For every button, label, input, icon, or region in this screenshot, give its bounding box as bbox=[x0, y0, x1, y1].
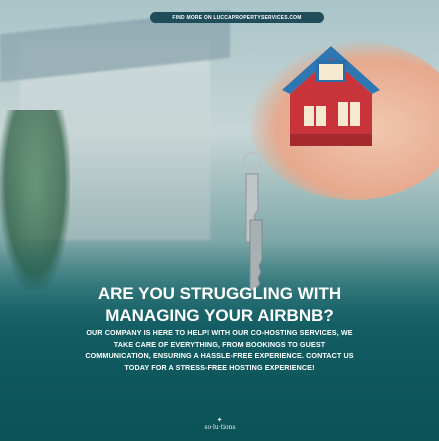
company-logo: ✦ so·lu·tions bbox=[200, 416, 240, 436]
website-link-pill[interactable]: FIND MORE ON LUCCAPROPERTYSERVICES.COM bbox=[150, 12, 324, 23]
headline-line-2: MANAGING YOUR AIRBNB? bbox=[105, 306, 334, 325]
body-line-2: TAKE CARE OF EVERYTHING, FROM BOOKINGS T… bbox=[113, 339, 326, 349]
body-copy: OUR COMPANY IS HERE TO HELP! WITH OUR CO… bbox=[8, 327, 431, 373]
ad-banner: FIND MORE ON LUCCAPROPERTYSERVICES.COM A… bbox=[0, 0, 439, 441]
body-line-4: TODAY FOR A STRESS-FREE HOSTING EXPERIEN… bbox=[124, 362, 315, 372]
body-line-1: OUR COMPANY IS HERE TO HELP! WITH OUR CO… bbox=[86, 328, 353, 337]
toy-house-icon bbox=[282, 46, 380, 146]
logo-text: so·lu·tions bbox=[204, 424, 236, 431]
headline-line-1: ARE YOU STRUGGLING WITH bbox=[97, 284, 342, 303]
body-line-3: COMMUNICATION, ENSURING A HASSLE-FREE EX… bbox=[85, 351, 354, 360]
logo-mark-icon: ✦ bbox=[216, 416, 224, 424]
headline: ARE YOU STRUGGLING WITH MANAGING YOUR AI… bbox=[0, 283, 439, 327]
key-icon bbox=[242, 152, 263, 291]
